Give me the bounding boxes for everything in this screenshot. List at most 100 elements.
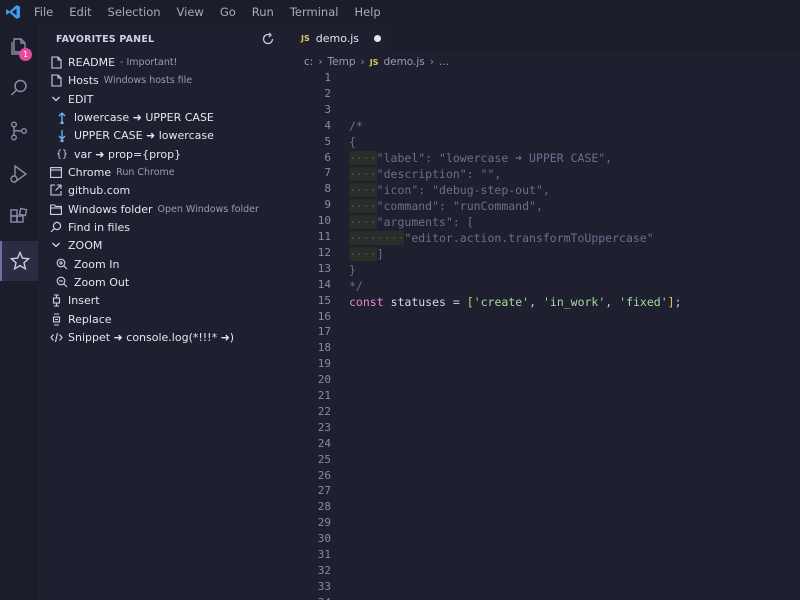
code-editor[interactable]: 1 2 3 4 5 6 7 8 9 10 11 12 13 14 15 16 17 18 19 20 21 22 23 24 2… [291, 70, 800, 600]
fav-item-label: Replace [68, 312, 112, 326]
file-icon [49, 55, 63, 69]
line-number: 12 [317, 245, 331, 259]
tab-label: demo.js [315, 31, 360, 45]
fav-item-zoom-in[interactable]: Zoom In [38, 255, 291, 273]
fav-item-label: github.com [68, 183, 131, 197]
search-button[interactable] [0, 68, 38, 108]
breadcrumb-file[interactable]: demo.js [383, 56, 424, 68]
line-number: 2 [324, 86, 331, 100]
chevron-down-icon [49, 238, 63, 252]
breadcrumb-folder[interactable]: Temp [328, 56, 356, 68]
code-line-4: /* [349, 119, 363, 133]
explorer-button[interactable]: 1 [0, 26, 38, 66]
fav-item-label: Find in files [68, 220, 131, 234]
fav-item-desc: Open Windows folder [157, 203, 259, 215]
menu-view[interactable]: View [169, 0, 212, 24]
extensions-button[interactable] [0, 197, 38, 237]
source-control-icon [11, 121, 27, 141]
tab-demo-js[interactable]: JS demo.js [291, 24, 391, 52]
line-number: 26 [317, 468, 331, 482]
code-identifier: statuses [390, 295, 446, 309]
fav-item-var-to-prop[interactable]: {} var ➜ prop={prop} [38, 145, 291, 163]
fav-item-hosts[interactable]: Hosts Windows hosts file [38, 71, 291, 89]
fav-item-windows-folder[interactable]: Windows folder Open Windows folder [38, 200, 291, 218]
menu-go[interactable]: Go [212, 0, 244, 24]
line-number: 25 [317, 452, 331, 466]
fav-item-replace[interactable]: Replace [38, 310, 291, 328]
line-number: 14 [317, 277, 331, 291]
code-text: "label": "lowercase ➜ UPPER CASE", [376, 151, 613, 165]
fav-item-label: UPPER CASE ➜ lowercase [74, 128, 214, 142]
menu-help[interactable]: Help [346, 0, 388, 24]
code-keyword: const [349, 295, 384, 309]
activity-bar: 1 [0, 24, 38, 600]
fav-item-find-in-files[interactable]: Find in files [38, 218, 291, 236]
favorites-button[interactable] [0, 241, 38, 281]
code-punct: , [529, 295, 537, 309]
chevron-right-icon: › [318, 56, 323, 68]
insert-icon [49, 293, 63, 307]
line-number: 1 [324, 71, 331, 84]
menu-file[interactable]: File [26, 0, 61, 24]
fav-item-desc: - Important! [120, 56, 178, 68]
extensions-icon [10, 207, 28, 223]
code-string: 'fixed' [619, 295, 668, 309]
code-line-15: const statuses = ['create', 'in_work', '… [349, 294, 682, 310]
code-text: "command": "runCommand", [376, 199, 543, 213]
run-debug-button[interactable] [0, 154, 38, 194]
line-number: 31 [317, 548, 331, 561]
fav-item-label: Zoom In [74, 257, 120, 271]
fav-item-insert[interactable]: Insert [38, 291, 291, 309]
fav-group-edit[interactable]: EDIT [38, 90, 291, 108]
fav-item-readme[interactable]: README - Important! [38, 53, 291, 71]
menu-selection[interactable]: Selection [100, 0, 169, 24]
line-number: 15 [317, 293, 331, 307]
fav-item-github[interactable]: github.com [38, 181, 291, 199]
code-text: "arguments": [ [376, 215, 474, 229]
code-string: 'create' [473, 295, 530, 309]
code-icon [49, 330, 63, 344]
fav-item-label: Zoom Out [74, 275, 130, 289]
replace-icon [49, 312, 63, 326]
fav-item-label: Windows folder [68, 202, 153, 216]
menu-run[interactable]: Run [244, 0, 282, 24]
menu-terminal[interactable]: Terminal [282, 0, 347, 24]
breadcrumb-root[interactable]: c: [304, 56, 313, 68]
indent-guide: ···· [349, 151, 377, 165]
fav-item-to-lowercase[interactable]: UPPER CASE ➜ lowercase [38, 126, 291, 144]
line-number: 3 [324, 102, 331, 116]
code-line-14: */ [349, 279, 363, 293]
code-bracket: ] [667, 295, 675, 309]
fav-item-label: lowercase ➜ UPPER CASE [74, 110, 214, 124]
code-operator: = [452, 295, 460, 309]
favorites-sidebar: FAVORITES PANEL README - Important! Host… [38, 24, 291, 600]
line-number: 34 [291, 595, 331, 600]
refresh-icon[interactable] [261, 32, 275, 46]
menu-edit[interactable]: Edit [61, 0, 99, 24]
search-icon [10, 79, 27, 96]
chevron-right-icon: › [429, 56, 434, 68]
code-line-6: ····"label": "lowercase ➜ UPPER CASE", [349, 150, 612, 166]
search-icon [49, 220, 63, 234]
line-number: 13 [317, 261, 331, 275]
chevron-down-icon [49, 92, 63, 106]
sidebar-header: FAVORITES PANEL [38, 24, 291, 54]
fav-item-zoom-out[interactable]: Zoom Out [38, 273, 291, 291]
fav-item-snippet[interactable]: Snippet ➜ console.log(*!!!* ➜) [38, 328, 291, 346]
breadcrumb-more[interactable]: ... [439, 56, 449, 68]
fav-item-label: Insert [68, 293, 100, 307]
code-line-10: ····"arguments": [ [349, 214, 474, 230]
javascript-icon: JS [301, 33, 310, 43]
fav-item-to-uppercase[interactable]: lowercase ➜ UPPER CASE [38, 108, 291, 126]
menu-bar: File Edit Selection View Go Run Terminal… [26, 0, 389, 24]
fav-item-label: Snippet ➜ console.log(*!!!* ➜) [68, 330, 235, 344]
code-text: "editor.action.transformToUppercase" [404, 231, 654, 245]
vscode-logo-icon [0, 0, 26, 24]
line-number: 4 [324, 118, 331, 132]
code-text: "description": "", [376, 167, 502, 181]
fav-item-chrome[interactable]: Chrome Run Chrome [38, 163, 291, 181]
unsaved-dot-icon[interactable] [374, 35, 381, 42]
line-number: 21 [317, 389, 331, 402]
fav-group-zoom[interactable]: ZOOM [38, 236, 291, 254]
source-control-button[interactable] [0, 111, 38, 151]
